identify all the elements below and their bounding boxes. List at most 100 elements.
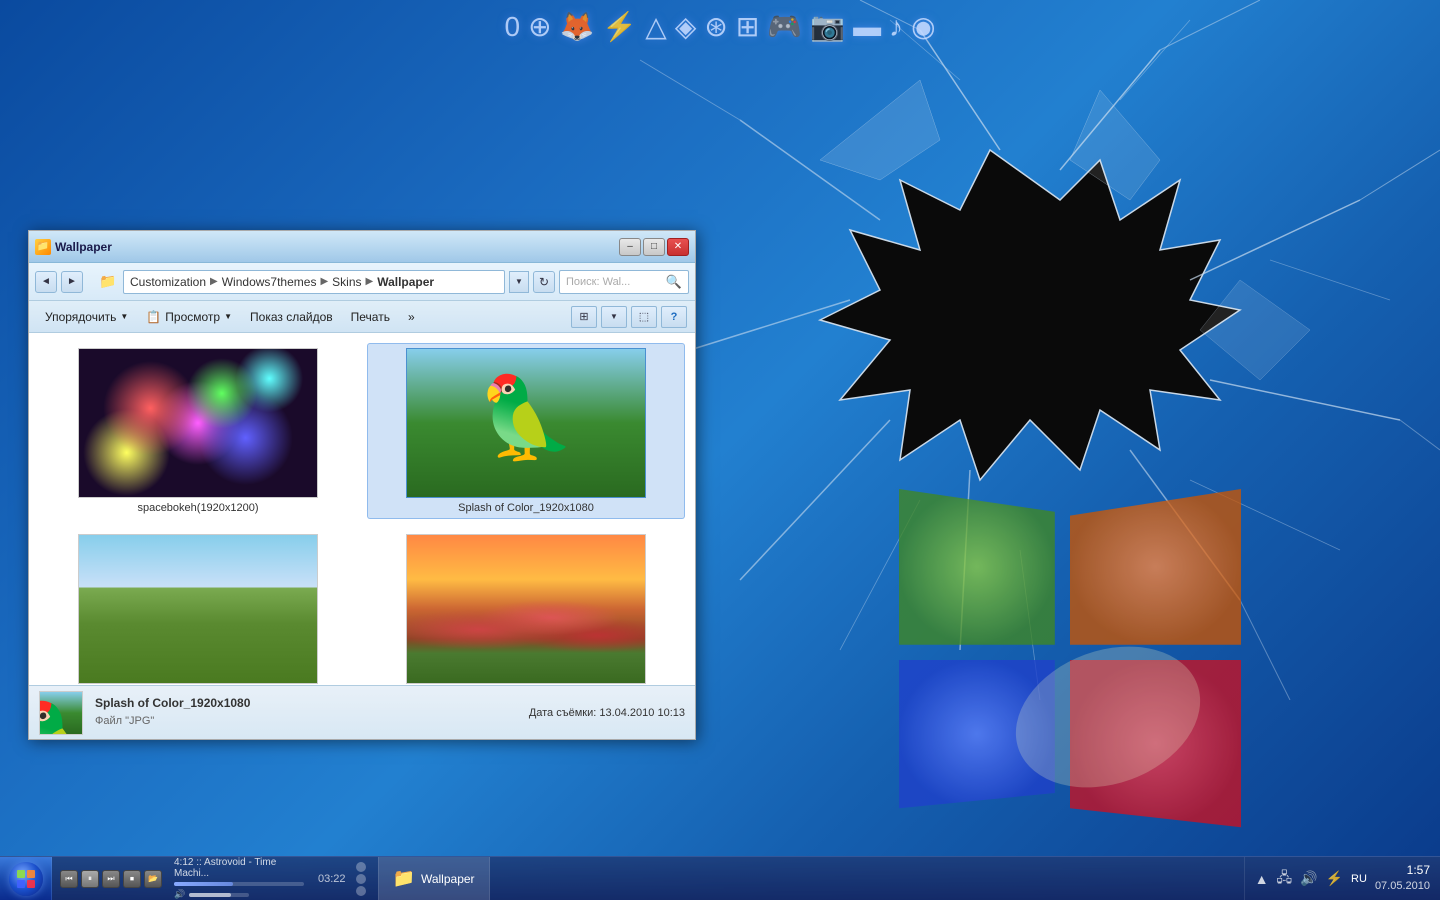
explorer-window: 📁 Wallpaper – □ ✕ ◄ ► 📁 Customization ▶ …	[28, 230, 696, 740]
refresh-button[interactable]: ↻	[533, 271, 555, 293]
tray-clock[interactable]: 1:57 07.05.2010	[1375, 862, 1430, 894]
file-label-bokeh: spacebokeh(1920x1200)	[137, 502, 258, 514]
tray-arrow-icon[interactable]: ▲	[1255, 871, 1269, 887]
dock-icon-triangle[interactable]: △	[645, 10, 667, 43]
details-pane-btn[interactable]: ⬚	[631, 306, 657, 328]
thumb-sunflowers-img	[407, 535, 645, 683]
folder-icon-nav: 📁	[97, 271, 119, 293]
media-play-button[interactable]: ⏸	[81, 870, 99, 888]
maximize-button[interactable]: □	[643, 238, 665, 256]
more-label: »	[408, 310, 415, 324]
desktop: 0 ⊕ 🦊 ⚡ △ ◈ ⊛ ⊞ 🎮 📷 ▬ ♪ ◉ 📁 Wallpaper – …	[0, 0, 1440, 900]
window-title: Wallpaper	[55, 240, 112, 254]
dock-icon-0[interactable]: 0	[504, 11, 520, 43]
file-thumb-bokeh	[78, 348, 318, 498]
status-thumbnail	[39, 691, 83, 735]
view-dropdown-icon: ▼	[224, 312, 232, 321]
tray-volume-icon[interactable]: 🔊	[1300, 870, 1317, 887]
slideshow-button[interactable]: Показ слайдов	[242, 305, 341, 329]
thumb-bokeh-img	[79, 349, 317, 497]
file-content[interactable]: spacebokeh(1920x1200) Splash of Color_19…	[29, 333, 695, 685]
print-button[interactable]: Печать	[343, 305, 398, 329]
file-thumb-summer	[78, 534, 318, 684]
organize-button[interactable]: Упорядочить ▼	[37, 305, 136, 329]
forward-button[interactable]: ►	[61, 271, 83, 293]
start-button[interactable]	[0, 857, 52, 900]
minimize-button[interactable]: –	[619, 238, 641, 256]
nav-bar: ◄ ► 📁 Customization ▶ Windows7themes ▶ S…	[29, 263, 695, 301]
top-dock: 0 ⊕ 🦊 ⚡ △ ◈ ⊛ ⊞ 🎮 📷 ▬ ♪ ◉	[504, 10, 935, 43]
status-meta: Дата съёмки: 13.04.2010 10:13	[529, 707, 685, 719]
dock-icon-camera[interactable]: 📷	[810, 10, 845, 43]
taskbar-folder-button[interactable]: 📁 Wallpaper	[378, 857, 490, 900]
start-logo-icon	[16, 869, 36, 889]
file-item-summer[interactable]: SummerWallpaper_1920X1200_By_Emats_Delta…	[39, 529, 357, 685]
file-item-bokeh[interactable]: spacebokeh(1920x1200)	[39, 343, 357, 519]
dock-icon-bar[interactable]: ▬	[853, 11, 881, 43]
media-player: ⏮ ⏸ ⏭ ⏹ 📂 4:12 :: Astrovoid - Time Machi…	[52, 857, 374, 900]
close-button[interactable]: ✕	[667, 238, 689, 256]
folder-title-icon: 📁	[35, 239, 51, 255]
view-dropdown-btn[interactable]: ▼	[601, 306, 627, 328]
organize-label: Упорядочить	[45, 310, 116, 324]
volume-icon: 🔊	[174, 889, 185, 900]
tray-language[interactable]: RU	[1351, 873, 1367, 885]
media-volume-fill	[189, 893, 231, 897]
file-thumb-sunflowers	[406, 534, 646, 684]
dock-icon-grid[interactable]: ⊞	[736, 10, 759, 43]
media-next-button[interactable]: ⏭	[102, 870, 120, 888]
media-progress-fill	[174, 882, 233, 886]
file-item-parrot[interactable]: Splash of Color_1920x1080	[367, 343, 685, 519]
breadcrumb-windows7themes[interactable]: Windows7themes	[222, 275, 317, 289]
address-dropdown[interactable]: ▼	[509, 271, 529, 293]
dock-icon-diamond[interactable]: ◈	[675, 10, 697, 43]
breadcrumb-customization[interactable]: Customization	[130, 275, 206, 289]
breadcrumb-wallpaper[interactable]: Wallpaper	[377, 275, 434, 289]
media-volume-bar[interactable]	[189, 893, 249, 897]
view-icon-btn[interactable]: ⊞	[571, 306, 597, 328]
print-label: Печать	[351, 310, 390, 324]
view-icon: 📋	[146, 310, 161, 324]
status-thumb-img	[40, 692, 82, 734]
help-btn[interactable]: ?	[661, 306, 687, 328]
tray-network-icon[interactable]: 🖧	[1277, 867, 1293, 891]
dock-icon-gamepad[interactable]: 🎮	[767, 10, 802, 43]
tray-date-value: 07.05.2010	[1375, 879, 1430, 894]
title-bar-left: 📁 Wallpaper	[35, 239, 112, 255]
windows-logo	[880, 470, 1260, 850]
search-icon[interactable]: 🔍	[666, 274, 682, 290]
status-filetype: Файл "JPG"	[95, 713, 250, 731]
dock-icon-disc[interactable]: ◉	[911, 10, 935, 43]
media-open-button[interactable]: 📂	[144, 870, 162, 888]
view-button[interactable]: 📋 Просмотр ▼	[138, 305, 240, 329]
media-dot-3[interactable]	[356, 886, 366, 896]
file-label-parrot: Splash of Color_1920x1080	[458, 502, 594, 514]
media-dot-1[interactable]	[356, 862, 366, 872]
status-filename: Splash of Color_1920x1080	[95, 694, 250, 713]
dock-icon-music[interactable]: ♪	[889, 11, 903, 43]
breadcrumb-skins[interactable]: Skins	[332, 275, 361, 289]
dock-icon-flash[interactable]: ⚡	[602, 10, 637, 43]
sep3: ▶	[366, 276, 374, 287]
media-info-area: 4:12 :: Astrovoid - Time Machi... 🔊	[174, 857, 304, 900]
address-bar[interactable]: Customization ▶ Windows7themes ▶ Skins ▶…	[123, 270, 505, 294]
tray-battery-icon[interactable]: ⚡	[1326, 870, 1343, 887]
media-stop-button[interactable]: ⏹	[123, 870, 141, 888]
dock-icon-circle[interactable]: ⊕	[528, 10, 551, 43]
dock-icon-steam[interactable]: ⊛	[704, 10, 727, 43]
sep2: ▶	[320, 276, 328, 287]
media-controls: ⏮ ⏸ ⏭ ⏹ 📂	[60, 870, 162, 888]
file-item-sunflowers[interactable]: sunflowers_by_skize	[367, 529, 685, 685]
media-volume-area: 🔊	[174, 889, 304, 900]
organize-dropdown-icon: ▼	[120, 312, 128, 321]
search-bar[interactable]: Поиск: Wal... 🔍	[559, 270, 689, 294]
file-area: spacebokeh(1920x1200) Splash of Color_19…	[29, 333, 695, 685]
dock-icon-firefox[interactable]: 🦊	[560, 10, 595, 43]
media-progress-bar[interactable]	[174, 882, 304, 886]
back-button[interactable]: ◄	[35, 271, 57, 293]
title-bar: 📁 Wallpaper – □ ✕	[29, 231, 695, 263]
media-dot-2[interactable]	[356, 874, 366, 884]
media-prev-button[interactable]: ⏮	[60, 870, 78, 888]
toolbar: Упорядочить ▼ 📋 Просмотр ▼ Показ слайдов…	[29, 301, 695, 333]
more-button[interactable]: »	[400, 305, 423, 329]
